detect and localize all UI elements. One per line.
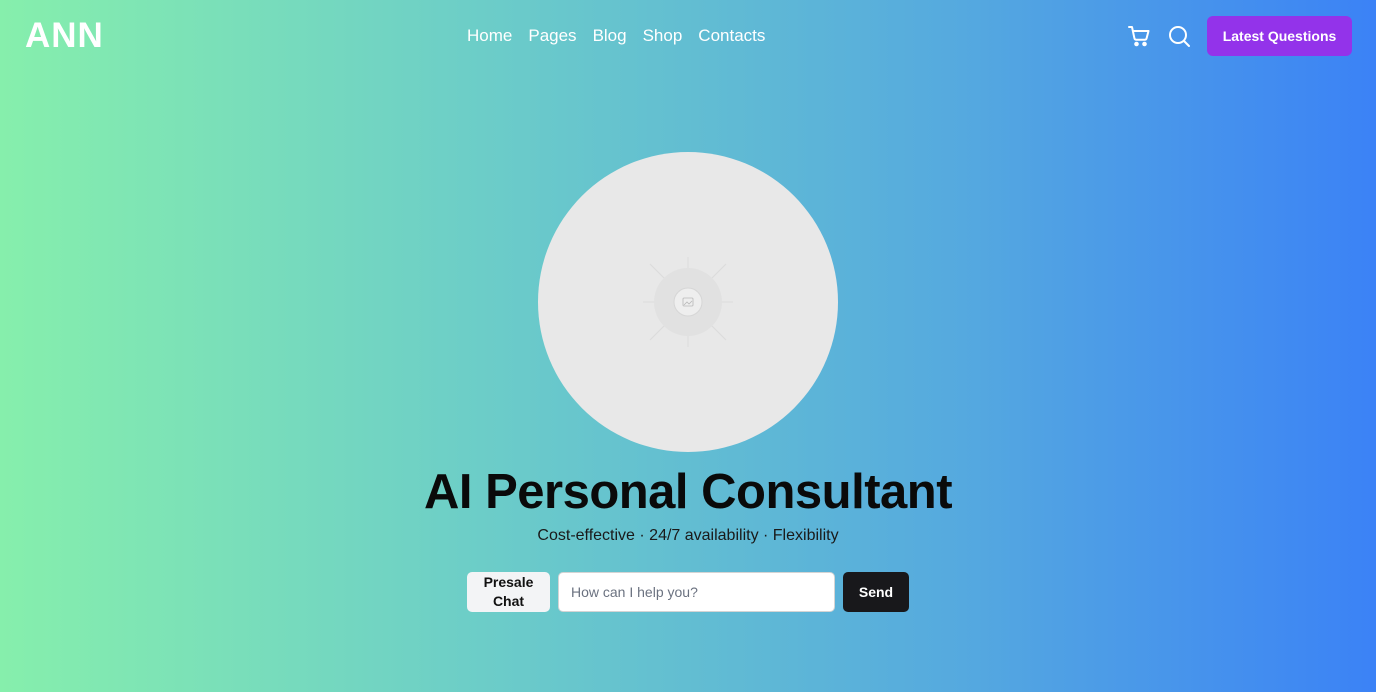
hero-subtitle: Cost-effective · 24/7 availability · Fle… — [537, 527, 839, 544]
nav-contacts[interactable]: Contacts — [698, 24, 765, 48]
chat-input[interactable] — [558, 572, 835, 612]
page-background: ANN Home Pages Blog Shop Contacts Latest… — [0, 0, 1376, 692]
search-icon[interactable] — [1167, 24, 1191, 48]
cart-icon[interactable] — [1127, 24, 1151, 48]
hero-image-placeholder — [538, 152, 838, 452]
logo[interactable]: ANN — [25, 16, 104, 56]
latest-questions-button[interactable]: Latest Questions — [1207, 16, 1352, 56]
nav-pages[interactable]: Pages — [528, 24, 576, 48]
main-nav: Home Pages Blog Shop Contacts — [467, 24, 765, 48]
send-button[interactable]: Send — [843, 572, 909, 612]
image-placeholder-icon — [643, 257, 733, 347]
nav-shop[interactable]: Shop — [643, 24, 683, 48]
hero-title: AI Personal Consultant — [423, 465, 953, 519]
nav-home[interactable]: Home — [467, 24, 512, 48]
nav-blog[interactable]: Blog — [593, 24, 627, 48]
presale-chat-button[interactable]: Presale Chat — [467, 572, 550, 612]
